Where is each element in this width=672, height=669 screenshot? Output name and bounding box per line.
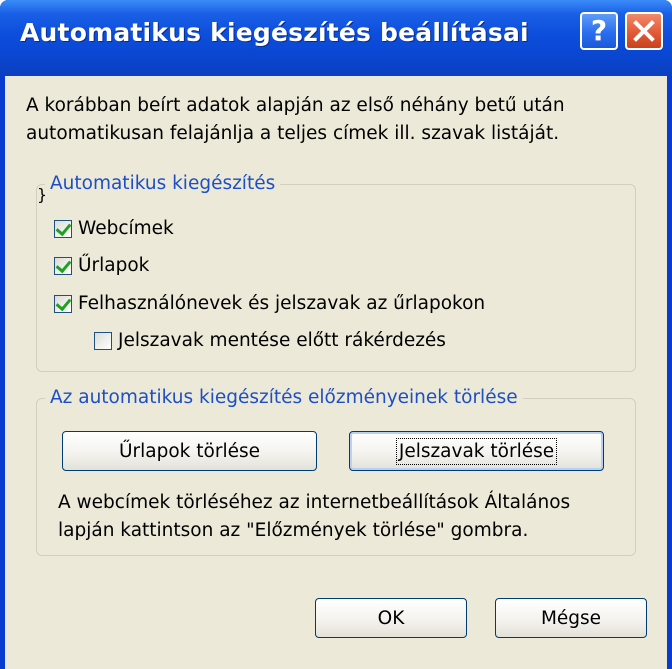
history-note: A webcímek törléséhez az internetbeállít… — [58, 492, 571, 541]
option-webcimek[interactable]: Webcímek — [54, 218, 174, 239]
window-title: Automatikus kiegészítés beállításai — [20, 18, 529, 47]
webcimek-label: Webcímek — [78, 218, 174, 239]
history-group-title: Az automatikus kiegészítés előzményeinek… — [45, 386, 523, 410]
cancel-label: Mégse — [540, 607, 602, 629]
close-icon — [633, 20, 655, 42]
option-felhasznalonevek[interactable]: Felhasználónevek és jelszavak az űrlapok… — [54, 293, 485, 314]
urlapok-label: Űrlapok — [78, 255, 150, 276]
ok-label: OK — [377, 607, 405, 629]
urlapok-checkbox[interactable] — [54, 256, 72, 275]
felhasznalonevek-label: Felhasználónevek és jelszavak az űrlapok… — [78, 293, 486, 314]
jelszavak-rakerdezes-checkbox[interactable] — [94, 331, 112, 350]
clear-forms-button[interactable]: Űrlapok törlése — [62, 431, 317, 471]
felhasznalonevek-checkbox[interactable] — [54, 294, 72, 313]
cancel-button[interactable]: Mégse — [495, 598, 647, 638]
close-button[interactable] — [625, 12, 663, 50]
webcimek-checkbox[interactable] — [54, 219, 72, 238]
ok-button[interactable]: OK — [315, 598, 467, 638]
history-group: Az automatikus kiegészítés előzményeinek… — [36, 386, 636, 556]
help-icon: ? — [590, 14, 608, 47]
intro-text: A korábban beírt adatok alapján az első … — [26, 95, 565, 144]
clear-passwords-label: Jelszavak törlése — [395, 437, 558, 465]
option-jelszavak-rakerdezes[interactable]: Jelszavak mentése előtt rákérdezés — [94, 330, 446, 351]
jelszavak-rakerdezes-label: Jelszavak mentése előtt rákérdezés — [118, 330, 446, 351]
autocomplete-group-title: Automatikus kiegészítés — [45, 172, 281, 196]
dialog-client-area: A korábban beírt adatok alapján az első … — [5, 76, 667, 669]
clear-passwords-button[interactable]: Jelszavak törlése — [349, 431, 604, 471]
clear-forms-label: Űrlapok törlése — [119, 440, 260, 462]
title-bar[interactable]: Automatikus kiegészítés beállításai ? — [0, 0, 672, 76]
dialog-window: Automatikus kiegészítés beállításai ? A … — [0, 0, 672, 669]
autocomplete-group: Automatikus kiegészítés Webcímek Űrlapok… — [36, 172, 636, 372]
option-urlapok[interactable]: Űrlapok — [54, 255, 149, 276]
help-button[interactable]: ? — [580, 12, 618, 50]
